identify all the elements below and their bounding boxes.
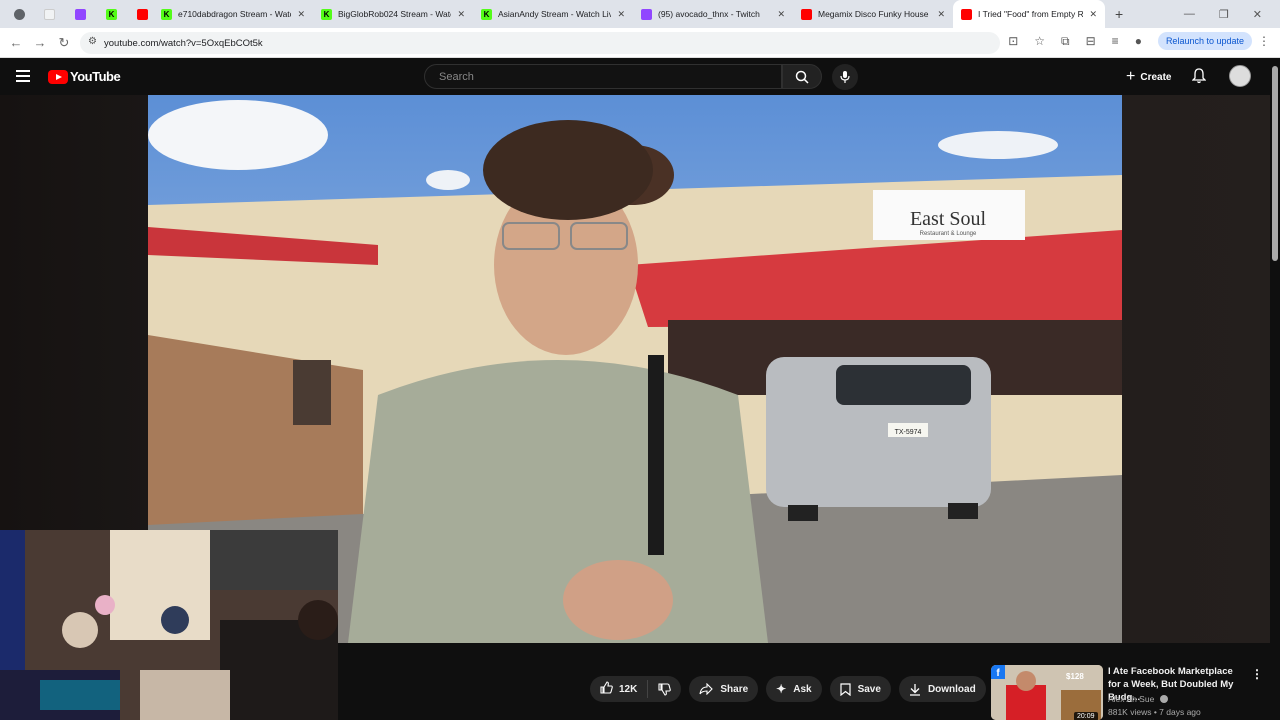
ask-button[interactable]: ✦ Ask (766, 676, 822, 702)
new-tab-icon[interactable]: + (1115, 6, 1123, 22)
share-button[interactable]: Share (689, 676, 759, 702)
verified-check-icon (1159, 695, 1168, 703)
reload-icon[interactable]: ↻ (52, 35, 76, 51)
bookmark-icon (839, 682, 851, 696)
like-button[interactable]: 12K (590, 680, 649, 698)
url-text: youtube.com/watch?v=5OxqEbCOt5k (104, 37, 263, 49)
forward-icon[interactable]: → (28, 35, 52, 50)
video-duration: 20:09 (1074, 712, 1098, 720)
toolbar-right: ⊡ ☆ ⧉ ⊟ ≡ ● Relaunch to update ⋮ (1008, 32, 1270, 50)
thumbs-up-icon (600, 681, 613, 697)
close-window-icon[interactable]: ✕ (1253, 8, 1262, 21)
kick-icon: K (106, 8, 117, 20)
tab-title: e710dabdragon Stream - Watch (178, 9, 292, 19)
relaunch-button[interactable]: Relaunch to update (1157, 32, 1252, 50)
tab-search-icon[interactable]: ⊟ (1086, 34, 1096, 48)
dislike-button[interactable] (648, 682, 681, 696)
tab-title: BigGlobRob024 Stream - Watch (338, 9, 452, 19)
video-actions: 12K Share ✦ Ask Save Download ••• (590, 676, 1020, 702)
recommended-thumbnail[interactable]: f $128 20:09 (991, 665, 1103, 720)
minimize-icon[interactable]: — (1184, 8, 1195, 20)
kick-icon: K (321, 8, 332, 20)
browser-tab[interactable]: Megamix Disco Funky House 2 ✕ (793, 0, 953, 28)
youtube-header: YouTube + Create (0, 58, 1280, 95)
youtube-icon (137, 8, 148, 20)
webcam-overlay (0, 530, 338, 720)
close-tab-icon[interactable]: ✕ (777, 9, 785, 20)
share-arrow-icon (699, 683, 714, 695)
save-button[interactable]: Save (829, 676, 891, 702)
browser-tab[interactable]: K BigGlobRob024 Stream - Watch ✕ (313, 0, 473, 28)
recommended-video[interactable]: f $128 20:09 I Ate Facebook Marketplace … (991, 664, 1270, 720)
like-dislike-group: 12K (590, 676, 682, 702)
price-tag: $128 (1066, 672, 1084, 681)
scrollbar-thumb[interactable] (1272, 66, 1278, 261)
url-field[interactable]: ⚙ youtube.com/watch?v=5OxqEbCOt5k (80, 32, 1000, 54)
tab-title: I Tried "Food" from Empty R (978, 9, 1084, 19)
kick-icon: K (161, 8, 172, 20)
restore-icon[interactable]: ❐ (1219, 8, 1229, 21)
sign-subtext: Restaurant & Lounge (920, 231, 977, 237)
license-plate: TX-5974 (895, 429, 922, 436)
browser-tab-bar: K Ke710dabdragon Stream - Watch ✕ K BigGlobR… (0, 0, 1280, 28)
close-tab-icon[interactable]: ✕ (617, 9, 625, 20)
recommended-menu-icon[interactable]: ⋮ (1251, 667, 1263, 681)
recommended-channel[interactable]: Alex Ah Sue (1108, 694, 1168, 704)
browser-tab[interactable] (67, 0, 98, 28)
create-button[interactable]: + Create (1118, 65, 1179, 89)
browser-tab[interactable]: K (98, 0, 129, 28)
close-tab-icon[interactable]: ✕ (1089, 9, 1097, 20)
back-icon[interactable]: ← (4, 35, 28, 50)
browser-tab[interactable]: (95) avocado_thnx - Twitch ✕ (633, 0, 793, 28)
extensions-icon[interactable]: ⧉ (1061, 34, 1070, 49)
youtube-icon (801, 8, 812, 20)
menu-kebab-icon[interactable]: ⋮ (1258, 34, 1270, 48)
sign-text: East Soul (910, 208, 987, 230)
youtube-play-icon (48, 69, 68, 84)
twitch-icon (641, 8, 652, 20)
thumbs-down-icon (658, 682, 672, 696)
plus-icon: + (1126, 68, 1136, 85)
page-scrollbar[interactable] (1270, 58, 1280, 720)
search-input[interactable] (439, 65, 781, 88)
search-button[interactable] (782, 64, 822, 89)
tab-title: AsianAndy Stream - Watch Live (498, 9, 612, 19)
browser-tab[interactable] (6, 0, 36, 28)
browser-tab[interactable]: K AsianAndy Stream - Watch Live ✕ (473, 0, 633, 28)
menu-hamburger-icon[interactable] (16, 70, 30, 82)
download-icon (909, 683, 921, 696)
window-controls: — ❐ ✕ (1184, 0, 1280, 28)
blank-page-icon (44, 8, 55, 20)
bookmark-star-icon[interactable]: ☆ (1034, 34, 1045, 48)
media-controls-icon[interactable]: ≡ (1112, 34, 1119, 48)
site-info-icon[interactable]: ⚙ (88, 36, 97, 47)
tab-title: Megamix Disco Funky House 2 (818, 9, 932, 19)
kick-icon: K (481, 8, 492, 20)
notifications-bell-icon[interactable] (1191, 68, 1207, 89)
browser-tab[interactable] (36, 0, 67, 28)
install-app-icon[interactable]: ⊡ (1008, 34, 1018, 48)
sparkle-icon: ✦ (776, 682, 787, 696)
close-tab-icon[interactable]: ✕ (937, 9, 945, 20)
webcam-scene (0, 530, 338, 720)
address-bar: ← → ↻ ⚙ youtube.com/watch?v=5OxqEbCOt5k … (0, 28, 1280, 58)
search-icon (795, 70, 809, 84)
profile-icon[interactable]: ● (1135, 34, 1142, 48)
browser-tab[interactable]: Ke710dabdragon Stream - Watch ✕ (153, 0, 313, 28)
browser-tab[interactable] (129, 0, 153, 28)
search-box (424, 64, 782, 89)
browser-tab[interactable]: I Tried "Food" from Empty R ✕ (953, 0, 1105, 28)
youtube-logo[interactable]: YouTube (48, 69, 121, 84)
close-tab-icon[interactable]: ✕ (297, 9, 305, 20)
recommended-meta: 881K views • 7 days ago (1108, 707, 1201, 717)
account-avatar[interactable] (1229, 65, 1251, 87)
close-tab-icon[interactable]: ✕ (457, 9, 465, 20)
voice-search-button[interactable] (832, 64, 858, 90)
tab-title: (95) avocado_thnx - Twitch (658, 9, 760, 19)
chrome-icon (14, 8, 25, 20)
download-button[interactable]: Download (898, 676, 986, 702)
youtube-icon (961, 8, 972, 20)
microphone-icon (840, 71, 850, 83)
twitch-icon (75, 8, 86, 20)
